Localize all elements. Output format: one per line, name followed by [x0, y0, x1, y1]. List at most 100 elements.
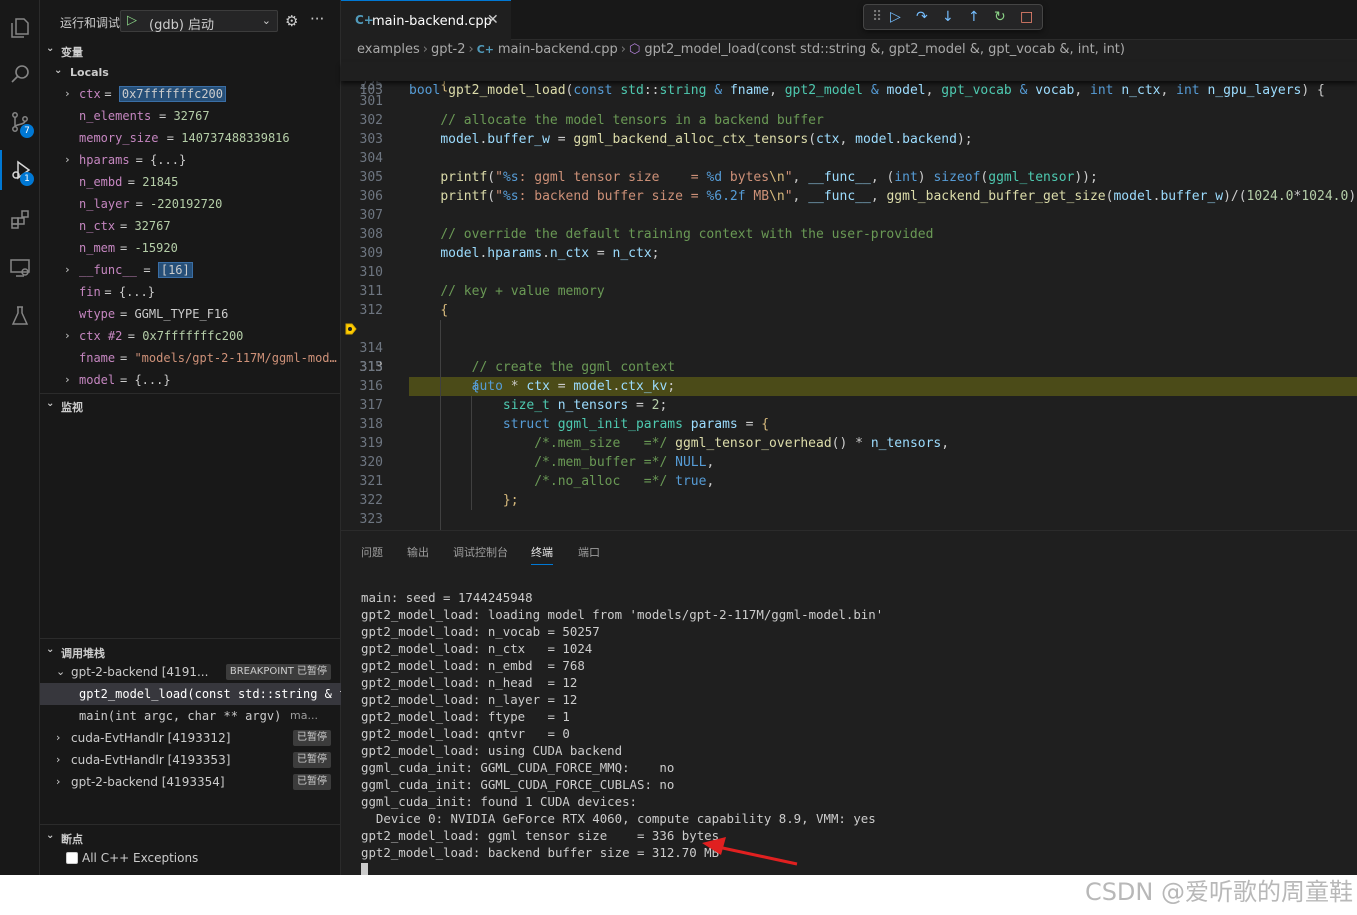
launch-config-select[interactable]: ▷ (gdb) 启动 ⌄ [120, 10, 278, 33]
chevron-right-icon[interactable]: › [64, 83, 71, 105]
thread-item[interactable]: › cuda-EvtHandlr [4193312] 已暂停 [40, 727, 341, 749]
variable-item[interactable]: n_embd = 21845 [40, 171, 341, 193]
variable-name: n_mem [79, 241, 116, 255]
variable-item[interactable]: › model = {...} [40, 369, 341, 391]
remote-explorer-icon[interactable] [0, 248, 40, 288]
run-debug-icon[interactable]: 1 [0, 150, 40, 190]
editor-tab[interactable]: C+ main-backend.cpp ✕ [341, 0, 511, 40]
variable-item[interactable]: memory_size = 140737488339816 [40, 127, 341, 149]
breakpoint-item[interactable]: All C++ Exceptions [40, 847, 341, 869]
stack-frame-label: main(int argc, char ** argv) [79, 709, 282, 723]
terminal-line: gpt2_model_load: loading model from 'mod… [361, 607, 884, 622]
terminal-line: gpt2_model_load: using CUDA backend [361, 743, 623, 758]
variable-value: [16] [157, 262, 193, 278]
section-divider [40, 824, 341, 825]
step-out-icon[interactable]: ↑ [968, 9, 980, 25]
variable-name: ctx [79, 87, 101, 101]
variable-name: fin [79, 285, 101, 299]
terminal-line: ggml_cuda_init: found 1 CUDA devices: [361, 794, 638, 809]
variable-item[interactable]: n_mem = -15920 [40, 237, 341, 259]
variable-value: {...} [150, 153, 187, 167]
variable-item[interactable]: wtype = GGML_TYPE_F16 [40, 303, 341, 325]
sticky-scroll-line[interactable]: 103 bool gpt2_model_load(const std::strin… [341, 62, 1357, 98]
restart-icon[interactable]: ↻ [994, 9, 1006, 25]
thread-item[interactable]: › cuda-EvtHandlr [4193353] 已暂停 [40, 749, 341, 771]
variable-item[interactable]: n_ctx = 32767 [40, 215, 341, 237]
play-icon[interactable]: ▷ [127, 13, 137, 28]
variable-value: 21845 [142, 175, 179, 189]
variable-item[interactable]: fin = {...} [40, 281, 341, 303]
stack-frame-item[interactable]: main(int argc, char ** argv) ma... [40, 705, 341, 727]
chevron-right-icon[interactable]: › [64, 259, 71, 281]
terminal-output[interactable]: main: seed = 1744245948 gpt2_model_load: … [361, 589, 1351, 875]
thread-label: gpt-2-backend [4191... [71, 665, 209, 679]
terminal-line: Device 0: NVIDIA GeForce RTX 4060, compu… [361, 811, 876, 826]
more-actions-icon[interactable]: ··· [310, 10, 324, 28]
callstack-section-header[interactable]: ⌄ 调用堆栈 [40, 641, 341, 663]
breadcrumb-item[interactable]: gpt2_model_load(const std::string &, gpt… [644, 42, 1125, 57]
breakpoint-checkbox[interactable] [66, 852, 78, 864]
variable-item[interactable]: n_layer = -220192720 [40, 193, 341, 215]
chevron-right-icon[interactable]: › [64, 369, 71, 391]
indent-guide [440, 320, 441, 530]
variable-name: model [79, 373, 116, 387]
thread-label: cuda-EvtHandlr [4193353] [71, 753, 231, 767]
thread-item[interactable]: › gpt-2-backend [4193354] 已暂停 [40, 771, 341, 793]
tab-terminal[interactable]: 终端 [531, 544, 553, 565]
code-line: 309 model.hparams.n_ctx = n_ctx; [359, 246, 660, 261]
code-editor[interactable]: 103 bool gpt2_model_load(const std::strin… [341, 62, 1357, 530]
tab-debug-console[interactable]: 调试控制台 [453, 544, 508, 560]
variable-name: __func__ [79, 263, 137, 277]
breadcrumb-item[interactable]: main-backend.cpp [498, 42, 618, 57]
testing-icon[interactable] [0, 296, 40, 336]
breadcrumb-item[interactable]: gpt-2 [431, 42, 466, 57]
step-over-icon[interactable]: ↷ [916, 9, 928, 25]
continue-icon[interactable]: ▷ [890, 9, 901, 25]
code-line: 302 // allocate the model tensors in a b… [359, 113, 824, 128]
variable-name: n_embd [79, 175, 123, 189]
variable-item[interactable]: › __func__ = [16] [40, 259, 341, 281]
debug-badge: 1 [20, 172, 34, 186]
chevron-right-icon[interactable]: › [64, 149, 71, 171]
breakpoints-section-header[interactable]: ⌄ 断点 [40, 827, 341, 849]
close-icon[interactable]: ✕ [487, 12, 499, 28]
section-divider [40, 393, 341, 394]
vscode-window: 7 1 运行和调试 ▷ (gdb) 启动 ⌄ ⚙ ··· ⌄ 变量 ⌄ Loca… [0, 0, 1357, 875]
tab-output[interactable]: 输出 [407, 544, 429, 560]
breadcrumb: examples › gpt-2 › C+ main-backend.cpp › ⬡ gpt… [357, 42, 1125, 57]
drag-handle-icon[interactable]: ⠿ [872, 9, 882, 25]
variable-item[interactable]: fname = "models/gpt-2-117M/ggml-mod… [40, 347, 341, 369]
extensions-icon[interactable] [0, 200, 40, 240]
stop-icon[interactable]: □ [1020, 9, 1033, 25]
scm-badge: 7 [20, 124, 34, 138]
indent-guide [471, 396, 472, 510]
variable-item[interactable]: n_elements = 32767 [40, 105, 341, 127]
search-icon[interactable] [0, 54, 40, 94]
variable-item[interactable]: › ctx #2 = 0x7fffffffc200 [40, 325, 341, 347]
breadcrumb-item[interactable]: examples [357, 42, 420, 57]
chevron-down-icon[interactable]: ⌄ [262, 14, 271, 27]
variable-item[interactable]: › hparams = {...} [40, 149, 341, 171]
stack-frame-item[interactable]: gpt2_model_load(const std::string & f [40, 683, 341, 705]
current-execution-line: 313 auto * ctx = model.ctx_kv; [341, 320, 1357, 396]
thread-item[interactable]: ⌄ gpt-2-backend [4191... BREAKPOINT 已暂停 [40, 661, 341, 683]
variables-section-header[interactable]: ⌄ 变量 [40, 40, 341, 62]
tab-ports[interactable]: 端口 [578, 544, 600, 560]
gear-icon[interactable]: ⚙ [285, 12, 298, 30]
variable-item[interactable]: › ctx = 0x7fffffffc200 [40, 83, 341, 105]
launch-config-label: (gdb) 启动 [149, 18, 215, 33]
variable-value: -15920 [134, 241, 178, 255]
explorer-icon[interactable] [0, 8, 40, 48]
tab-problems[interactable]: 问题 [361, 544, 383, 560]
code-line: 315 // create the ggml context [359, 360, 676, 375]
locals-scope-header[interactable]: ⌄ Locals [40, 62, 341, 84]
chevron-right-icon[interactable]: › [64, 325, 71, 347]
code-line: 310 [359, 265, 383, 280]
chevron-down-icon: ⌄ [46, 644, 55, 655]
code-line: 312 { [359, 303, 449, 318]
code-line: 321 /*.no_alloc =*/ true, [359, 474, 715, 489]
source-control-icon[interactable]: 7 [0, 102, 40, 142]
watch-section-header[interactable]: ⌄ 监视 [40, 395, 341, 417]
step-into-icon[interactable]: ↓ [942, 9, 954, 25]
code-line: 304 [359, 151, 383, 166]
